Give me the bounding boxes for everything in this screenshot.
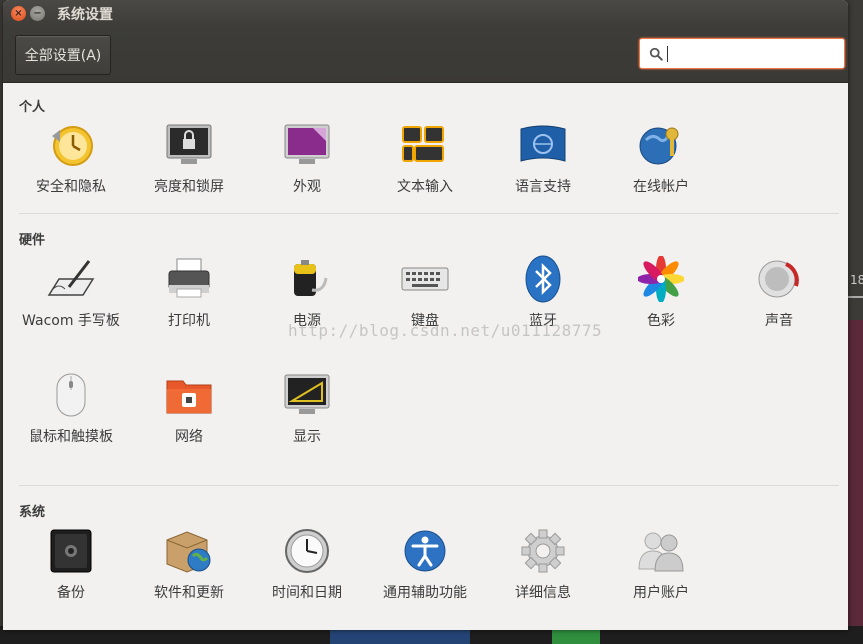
setting-software-updates[interactable]: 软件和更新 [130,526,248,605]
setting-display[interactable]: 显示 [248,370,366,449]
section-title-hardware: 硬件 [19,233,46,248]
all-settings-button[interactable]: 全部设置(A) [15,35,111,75]
mouse-touchpad-icon [46,370,96,420]
close-icon: × [14,8,23,19]
desktop-bottom-highlight [330,630,470,644]
setting-printer[interactable]: 打印机 [130,254,248,333]
window-title: 系统设置 [57,6,113,23]
online-accounts-icon [636,120,686,170]
close-button[interactable]: × [11,6,26,21]
setting-label: 软件和更新 [154,585,224,601]
network-icon [164,370,214,420]
bluetooth-icon [518,254,568,304]
setting-label: 详细信息 [515,585,571,601]
setting-universal-access[interactable]: 通用辅助功能 [366,526,484,605]
brightness-lock-icon [164,120,214,170]
setting-mouse-touchpad[interactable]: 鼠标和触摸板 [12,370,130,449]
desktop-background [848,0,863,644]
search-input[interactable] [674,46,844,61]
setting-label: 安全和隐私 [36,179,106,195]
wacom-tablet-icon [46,254,96,304]
setting-label: 文本输入 [397,179,453,195]
setting-backup[interactable]: 备份 [12,526,130,605]
setting-label: 备份 [57,585,85,601]
toolbar: 全部设置(A) [3,27,848,83]
setting-label: 用户账户 [633,585,689,601]
setting-user-accounts[interactable]: 用户账户 [602,526,720,605]
watermark-text: http://blog.csdn.net/u011128775 [288,321,603,340]
setting-label: Wacom 手写板 [22,313,120,329]
setting-label: 时间和日期 [272,585,342,601]
setting-label: 亮度和锁屏 [154,179,224,195]
section-title-personal: 个人 [19,100,46,115]
setting-wacom-tablet[interactable]: Wacom 手写板 [12,254,130,333]
printer-icon [164,254,214,304]
user-accounts-icon [636,526,686,576]
desktop-edge-text: 18 [850,273,863,287]
time-date-icon [282,526,332,576]
desktop-divider [848,296,863,298]
setting-network[interactable]: 网络 [130,370,248,449]
appearance-icon [282,120,332,170]
setting-text-entry[interactable]: 文本输入 [366,120,484,199]
language-support-icon [518,120,568,170]
setting-label: 语言支持 [515,179,571,195]
setting-label: 通用辅助功能 [383,585,467,601]
settings-content: 个人 安全和隐私 亮度和锁屏 外观 文本输入 语言支持 在线帐户 硬件 Waco… [3,84,848,630]
setting-label: 显示 [293,429,321,445]
universal-access-icon [400,526,450,576]
section-divider [19,213,839,214]
search-icon [649,47,663,61]
color-icon [636,254,686,304]
sound-icon [754,254,804,304]
section-title-system: 系统 [19,505,46,520]
setting-label: 鼠标和触摸板 [29,429,113,445]
setting-appearance[interactable]: 外观 [248,120,366,199]
details-icon [518,526,568,576]
setting-label: 在线帐户 [633,179,689,195]
setting-details[interactable]: 详细信息 [484,526,602,605]
minimize-button[interactable]: − [30,6,45,21]
setting-color[interactable]: 色彩 [602,254,720,333]
display-icon [282,370,332,420]
setting-label: 打印机 [168,313,210,329]
section-divider [19,485,839,486]
text-caret [667,45,668,62]
keyboard-icon [400,254,450,304]
setting-brightness-lock[interactable]: 亮度和锁屏 [130,120,248,199]
search-box[interactable] [639,38,845,69]
minimize-icon: − [33,8,42,19]
backup-icon [46,526,96,576]
setting-time-date[interactable]: 时间和日期 [248,526,366,605]
software-updates-icon [164,526,214,576]
title-bar[interactable]: × − 系统设置 [3,0,848,27]
power-icon [282,254,332,304]
setting-security-privacy[interactable]: 安全和隐私 [12,120,130,199]
text-entry-icon [400,120,450,170]
setting-label: 外观 [293,179,321,195]
setting-online-accounts[interactable]: 在线帐户 [602,120,720,199]
setting-label: 网络 [175,429,203,445]
setting-label: 色彩 [647,313,675,329]
setting-sound[interactable]: 声音 [720,254,838,333]
security-privacy-icon [46,120,96,170]
setting-label: 声音 [765,313,793,329]
setting-language-support[interactable]: 语言支持 [484,120,602,199]
settings-window: × − 系统设置 全部设置(A) 个人 安全和隐私 亮度和锁屏 外观 文本输入 … [3,0,848,630]
